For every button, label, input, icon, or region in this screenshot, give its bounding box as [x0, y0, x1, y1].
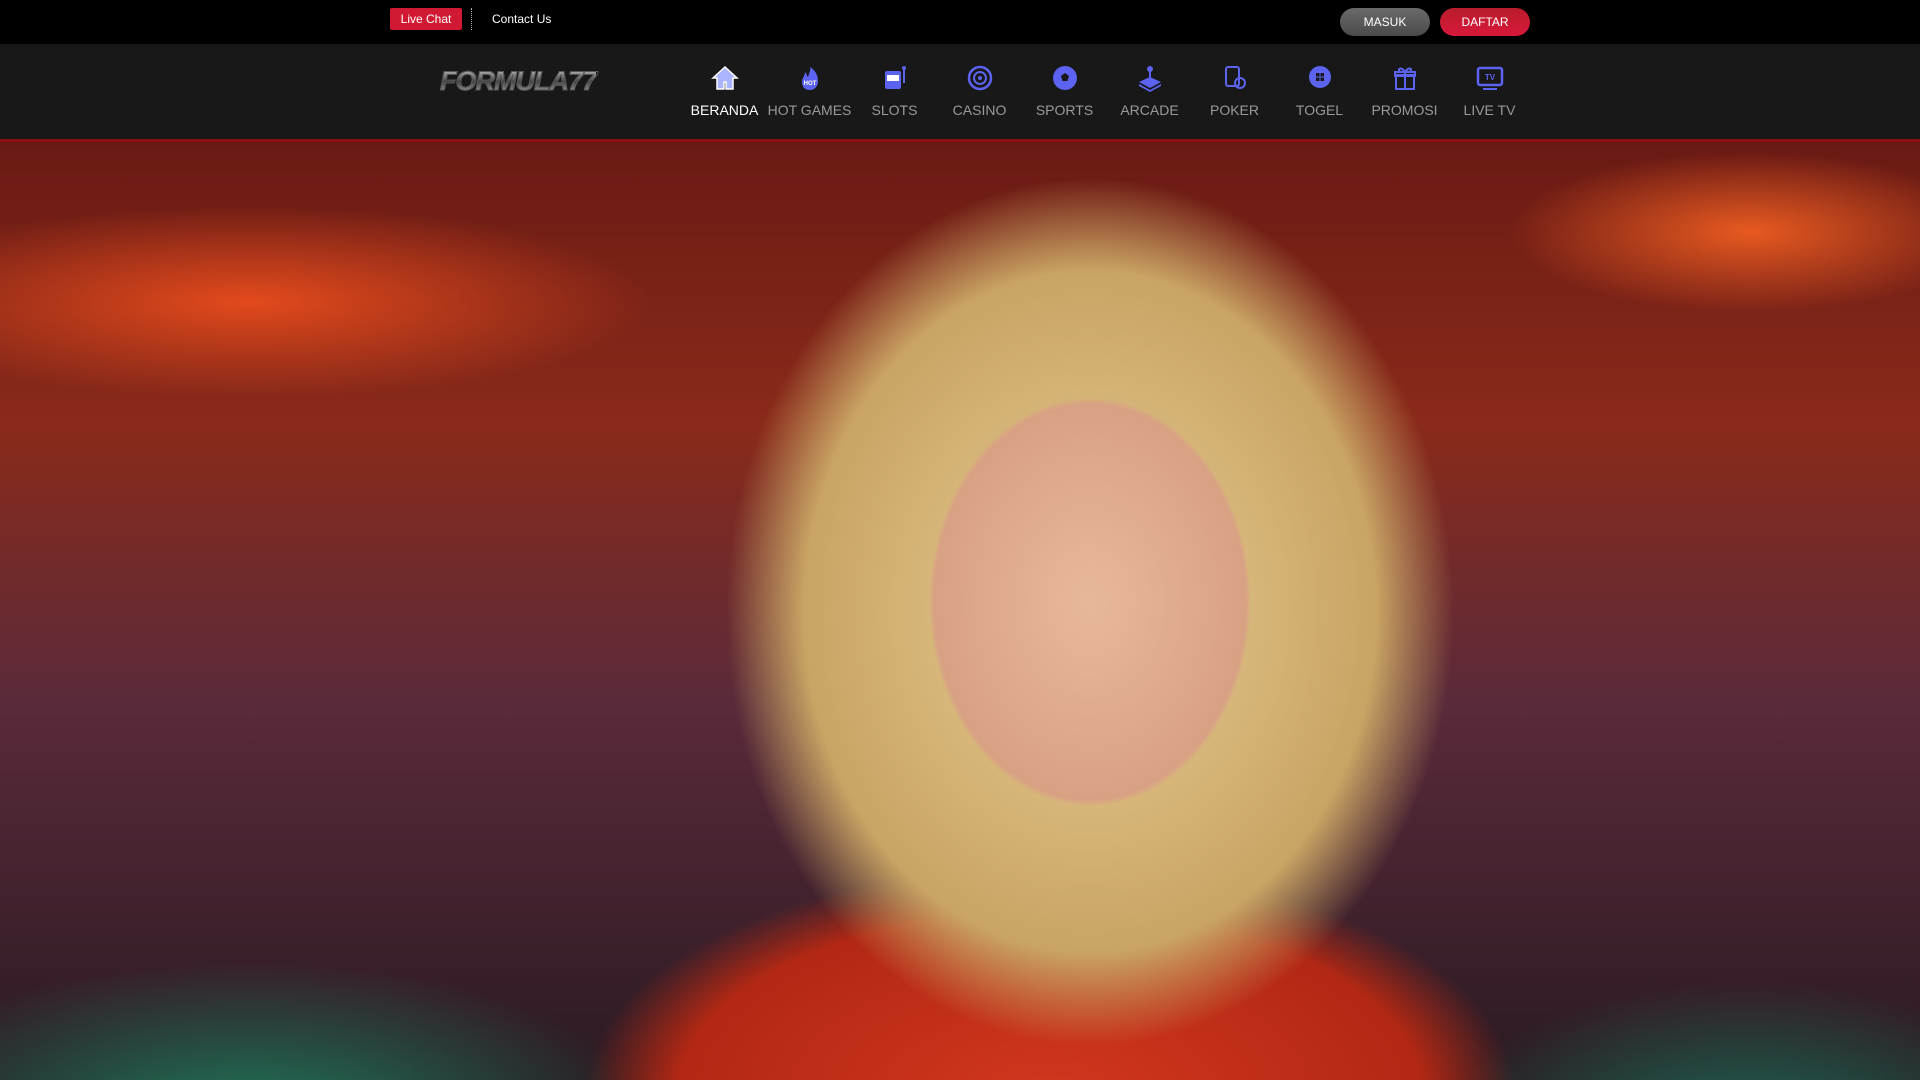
poker-cards-icon	[1224, 66, 1246, 89]
nav-item-promosi[interactable]: PROMOSI	[1362, 44, 1447, 139]
nav-item-beranda[interactable]: BERANDA	[682, 44, 767, 139]
main-nav: BERANDA HOT HOT GAMES SLOTS CASINO SPORT…	[682, 44, 1532, 139]
hero-banner-image[interactable]	[0, 142, 1920, 1080]
lottery-ball-icon	[1308, 66, 1331, 88]
nav-item-casino[interactable]: CASINO	[937, 44, 1022, 139]
nav-item-sports[interactable]: SPORTS	[1022, 44, 1107, 139]
svg-text:TV: TV	[1484, 73, 1495, 82]
nav-label: POKER	[1209, 102, 1259, 118]
nav-label: LIVE TV	[1463, 102, 1516, 118]
nav-label: TOGEL	[1295, 102, 1344, 118]
live-chat-button[interactable]: Live Chat	[390, 8, 462, 30]
nav-item-slots[interactable]: SLOTS	[852, 44, 937, 139]
soccer-ball-icon	[1052, 66, 1077, 90]
top-bar: Live Chat Contact Us MASUK DAFTAR	[0, 0, 1920, 44]
nav-item-poker[interactable]: POKER	[1192, 44, 1277, 139]
gift-icon	[1393, 67, 1416, 90]
nav-label: SLOTS	[871, 102, 918, 118]
login-button[interactable]: MASUK	[1340, 8, 1430, 36]
divider	[471, 8, 472, 30]
nav-item-togel[interactable]: TOGEL	[1277, 44, 1362, 139]
nav-label: BERANDA	[690, 102, 759, 118]
register-button[interactable]: DAFTAR	[1440, 8, 1530, 36]
nav-label: PROMOSI	[1371, 102, 1438, 118]
fire-icon: HOT	[801, 67, 818, 90]
nav-label: SPORTS	[1035, 102, 1094, 118]
nav-item-arcade[interactable]: ARCADE	[1107, 44, 1192, 139]
slot-machine-icon	[884, 66, 906, 89]
tv-icon: TV	[1476, 66, 1503, 90]
nav-label: CASINO	[952, 102, 1007, 118]
joystick-icon	[1138, 66, 1161, 92]
nav-label: HOT GAMES	[767, 102, 852, 118]
nav-item-hot-games[interactable]: HOT HOT GAMES	[767, 44, 852, 139]
roulette-icon	[967, 65, 992, 91]
nav-label: ARCADE	[1120, 102, 1179, 118]
contact-us-link[interactable]: Contact Us	[492, 12, 551, 26]
home-icon	[710, 65, 739, 90]
svg-text:HOT: HOT	[803, 81, 816, 87]
site-logo[interactable]: FORMULA77	[439, 66, 597, 97]
nav-item-live-tv[interactable]: TV LIVE TV	[1447, 44, 1532, 139]
